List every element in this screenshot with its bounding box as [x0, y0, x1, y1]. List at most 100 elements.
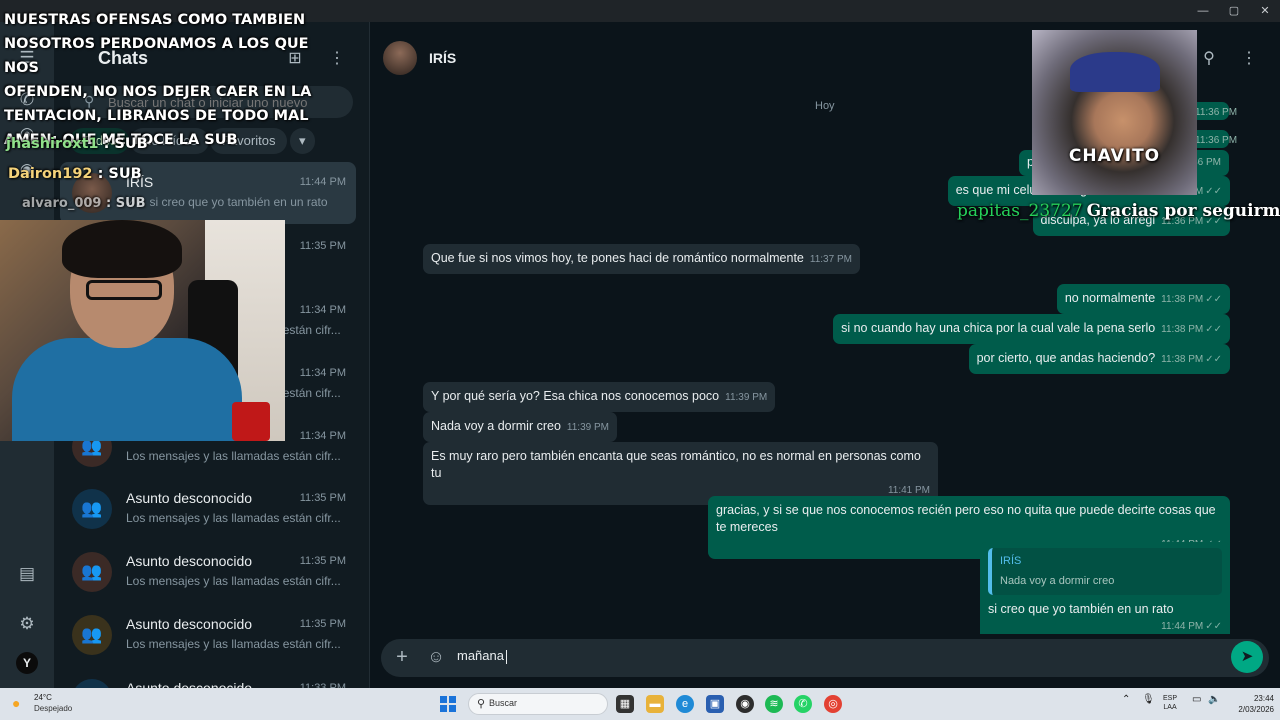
prayer-line: TENTACION, LIBRANOS DE TODO MAL — [4, 108, 309, 124]
file-explorer-icon[interactable]: ▬ — [646, 695, 664, 713]
chat-time: 11:34 PM — [299, 367, 346, 379]
message-text: Nada voy a dormir creo — [431, 419, 561, 433]
quoted-reply[interactable]: IRÍS Nada voy a dormir creo — [988, 548, 1222, 595]
quoted-author: IRÍS — [1000, 555, 1022, 567]
quoted-text: Nada voy a dormir creo — [1000, 575, 1115, 587]
read-check-icon: ✓✓ — [1205, 324, 1222, 335]
group-avatar-icon: 👥 — [72, 552, 112, 592]
message-input[interactable]: mañana — [457, 646, 507, 666]
chat-time: 11:35 PM — [299, 492, 346, 504]
chrome-icon[interactable]: ◎ — [824, 695, 842, 713]
sun-icon: ● — [12, 695, 21, 711]
taskbar-search[interactable]: ⚲ Buscar — [468, 693, 608, 715]
chat-time: 11:35 PM — [299, 555, 346, 567]
volume-icon[interactable]: 🔈 — [1208, 694, 1220, 705]
message-time: 11:38 PM ✓✓ — [1161, 354, 1222, 365]
stream-chat-line: Dairon192 : SUB — [8, 166, 142, 182]
spotify-icon[interactable]: ≋ — [765, 695, 783, 713]
chat-list-item[interactable]: 👥 Asunto desconocido 11:35 PM Los mensajes … — [60, 541, 356, 603]
message-time: 11:39 PM — [566, 422, 609, 433]
prayer-line: NOSOTROS PERDONAMOS A LOS QUE NOS — [4, 36, 309, 76]
chat-list-item[interactable]: 👥Asunto desconocido11:33 PM — [60, 668, 356, 688]
microphone-icon[interactable]: 🎙 — [1142, 694, 1155, 705]
group-avatar-icon: 👥 — [72, 679, 112, 688]
chat-preview: Los mensajes y las llamadas están cifr..… — [126, 574, 341, 588]
profile-avatar[interactable]: Y — [16, 652, 38, 674]
follow-alert: papitas_23727Gracias por seguirme!! — [957, 201, 1280, 221]
contact-name[interactable]: IRÍS — [429, 50, 456, 66]
incoming-message[interactable]: Y por qué sería yo? Esa chica nos conoce… — [423, 382, 776, 412]
message-text: gracias, y si se que nos conocemos recié… — [716, 503, 1216, 534]
read-check-icon: ✓✓ — [1205, 294, 1222, 305]
prayer-line: OFENDEN, NO NOS DEJER CAER EN LA — [4, 84, 312, 100]
chat-time: 11:35 PM — [299, 618, 346, 630]
obs-icon[interactable]: ◉ — [736, 695, 754, 713]
message-text: si no cuando hay una chica por la cual v… — [841, 321, 1156, 335]
tray-chevron-up-icon[interactable]: ⌃ — [1122, 694, 1130, 705]
message-text: Que fue si nos vimos hoy, te pones haci … — [431, 251, 804, 265]
message-time: 11:44 PM✓✓ — [1161, 621, 1222, 632]
message-time: 11:39 PM — [725, 392, 768, 403]
message-time: 11:37 PM — [809, 254, 852, 265]
chat-list-item[interactable]: 👥 Asunto desconocido 11:35 PM Los mensajes … — [60, 604, 356, 666]
close-button[interactable]: ✕ — [1252, 2, 1278, 20]
guest-cam-label: CHAVITO — [1068, 146, 1161, 166]
message-text: por cierto, que andas haciendo? — [976, 351, 1156, 365]
read-check-icon: ✓✓ — [1205, 354, 1222, 365]
group-avatar-icon: 👥 — [72, 615, 112, 655]
task-view-icon[interactable]: ▦ — [616, 695, 634, 713]
windows-taskbar: ● 24°C Despejado ⚲ Buscar ▦ ▬ e ▣ ◉ ≋ ✆ … — [0, 688, 1280, 720]
weather-widget[interactable]: ● 24°C Despejado — [12, 693, 102, 717]
edge-browser-icon[interactable]: e — [676, 695, 694, 713]
message-text: Es muy raro pero también encanta que sea… — [431, 449, 921, 480]
send-button[interactable]: ➤ — [1231, 641, 1263, 673]
incoming-message[interactable]: Nada voy a dormir creo 11:39 PM — [423, 412, 617, 442]
chat-time: 11:34 PM — [299, 430, 346, 442]
chat-time: 11:35 PM — [299, 240, 346, 252]
chat-name: Asunto desconocido — [126, 490, 253, 506]
read-check-icon: ✓✓ — [1205, 621, 1222, 632]
message-input-bar[interactable] — [381, 639, 1269, 677]
attach-plus-icon[interactable]: + — [391, 646, 413, 668]
minimize-button[interactable]: — — [1190, 2, 1216, 20]
chat-preview: Los mensajes y las llamadas están cifr..… — [126, 511, 341, 525]
outgoing-message[interactable]: por cierto, que andas haciendo? 11:38 PM ✓… — [968, 344, 1230, 374]
guest-cam: CHAVITO — [1032, 30, 1197, 195]
stream-chat-line: jhashiroxt1 : SUB — [6, 136, 148, 152]
stream-chat-line: alvaro_009 : SUB — [22, 196, 146, 211]
search-icon: ⚲ — [477, 698, 486, 710]
start-windows-icon[interactable] — [440, 696, 456, 712]
message-text: si creo que yo también en un rato — [988, 602, 1174, 616]
message-text: Y por qué sería yo? Esa chica nos conoce… — [431, 389, 720, 403]
chat-time: 11:34 PM — [299, 304, 346, 316]
maximize-button[interactable]: ▢ — [1221, 2, 1247, 20]
conversation-menu-icon[interactable]: ⋮ — [1238, 48, 1260, 70]
chat-name: Asunto desconocido — [126, 616, 253, 632]
chat-preview: ✓✓ si creo que yo también en un rato — [126, 195, 328, 209]
outgoing-message[interactable]: si no cuando hay una chica por la cual v… — [833, 314, 1230, 344]
incoming-message[interactable]: Que fue si nos vimos hoy, te pones haci … — [423, 244, 860, 274]
emoji-sticker-icon[interactable]: ☺ — [425, 646, 447, 668]
settings-gear-icon[interactable]: ⚙ — [15, 612, 39, 636]
outgoing-message[interactable]: no normalmente 11:38 PM ✓✓ — [1056, 284, 1230, 314]
outgoing-message[interactable]: IRÍS Nada voy a dormir creo si creo que yo… — [980, 542, 1230, 641]
chat-list-item[interactable]: 👥 Asunto desconocido 11:35 PM Los mensajes … — [60, 478, 356, 540]
search-icon[interactable]: ⚲ — [1198, 48, 1220, 70]
chat-time: 11:44 PM — [299, 176, 346, 188]
group-avatar-icon: 👥 — [72, 489, 112, 529]
media-icon[interactable]: ▤ — [15, 562, 39, 586]
message-text: no normalmente — [1064, 291, 1156, 305]
contact-avatar[interactable] — [383, 41, 417, 75]
network-icon[interactable]: ▭ — [1192, 694, 1201, 705]
whatsapp-icon[interactable]: ✆ — [794, 695, 812, 713]
chat-preview: Los mensajes y las llamadas están cifr..… — [126, 637, 341, 651]
store-icon[interactable]: ▣ — [706, 695, 724, 713]
message-time: 11:38 PM ✓✓ — [1161, 294, 1222, 305]
streamer-webcam — [0, 220, 285, 441]
composer: + ☺ mañana ➤ — [371, 634, 1280, 688]
clock[interactable]: 23:44 2/03/2026 — [1228, 693, 1274, 715]
chat-name: Asunto desconocido — [126, 680, 253, 688]
language-indicator[interactable]: ESP LAA — [1163, 694, 1177, 712]
read-check-icon: ✓✓ — [1205, 186, 1222, 197]
stream-prayer-overlay: NUESTRAS OFENSAS COMO TAMBIEN NOSOTROS P… — [4, 0, 334, 152]
